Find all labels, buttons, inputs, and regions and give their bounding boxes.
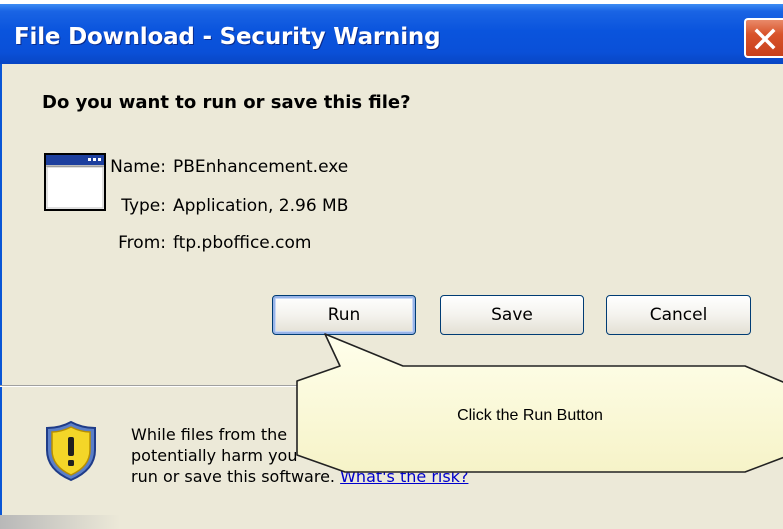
callout-shape [296, 333, 783, 473]
callout-text: Click the Run Button [457, 407, 603, 424]
callout-bubble [296, 333, 783, 473]
screenshot-stage: File Download - Security Warning Do you … [0, 0, 783, 529]
bottom-edge-shadow [0, 515, 120, 529]
